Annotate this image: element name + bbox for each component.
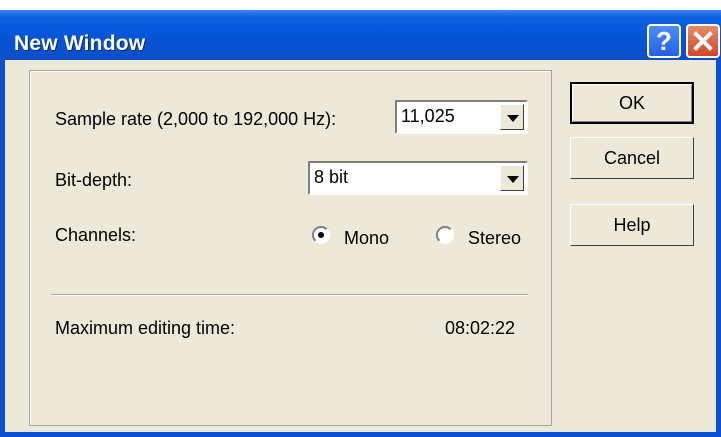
bit-depth-value: 8 bit: [314, 167, 349, 187]
mono-label[interactable]: Mono: [344, 228, 389, 249]
question-mark-icon: ?: [656, 26, 672, 56]
sample-rate-label: Sample rate (2,000 to 192,000 Hz):: [55, 109, 337, 129]
divider: [51, 294, 528, 296]
bit-depth-label: Bit-depth:: [55, 170, 133, 190]
title-bar[interactable]: New Window ?: [0, 10, 721, 60]
help-titlebar-button[interactable]: ?: [647, 24, 681, 58]
stereo-label[interactable]: Stereo: [468, 228, 521, 249]
sample-rate-value[interactable]: 11,025: [401, 106, 455, 127]
ok-button[interactable]: OK: [570, 82, 694, 124]
close-icon: [693, 31, 713, 51]
sample-rate-combobox[interactable]: 11,025: [395, 100, 528, 134]
chevron-down-icon[interactable]: [500, 104, 524, 130]
chevron-down-icon[interactable]: [500, 165, 524, 191]
close-button[interactable]: [686, 24, 720, 58]
channels-label: Channels:: [55, 225, 137, 245]
bit-depth-select[interactable]: 8 bit: [308, 161, 528, 195]
max-editing-time-label: Maximum editing time:: [55, 318, 236, 338]
max-editing-time-value: 08:02:22: [445, 318, 516, 338]
cancel-button[interactable]: Cancel: [570, 137, 694, 179]
dialog-window: New Window ? Sample rate (2,000 to 192,0…: [0, 0, 721, 437]
help-button[interactable]: Help: [570, 204, 694, 246]
window-frame: [716, 60, 721, 437]
mono-radio[interactable]: [312, 226, 330, 244]
stereo-radio[interactable]: [436, 226, 454, 244]
window-title: New Window: [14, 32, 146, 55]
window-frame: [0, 432, 721, 437]
